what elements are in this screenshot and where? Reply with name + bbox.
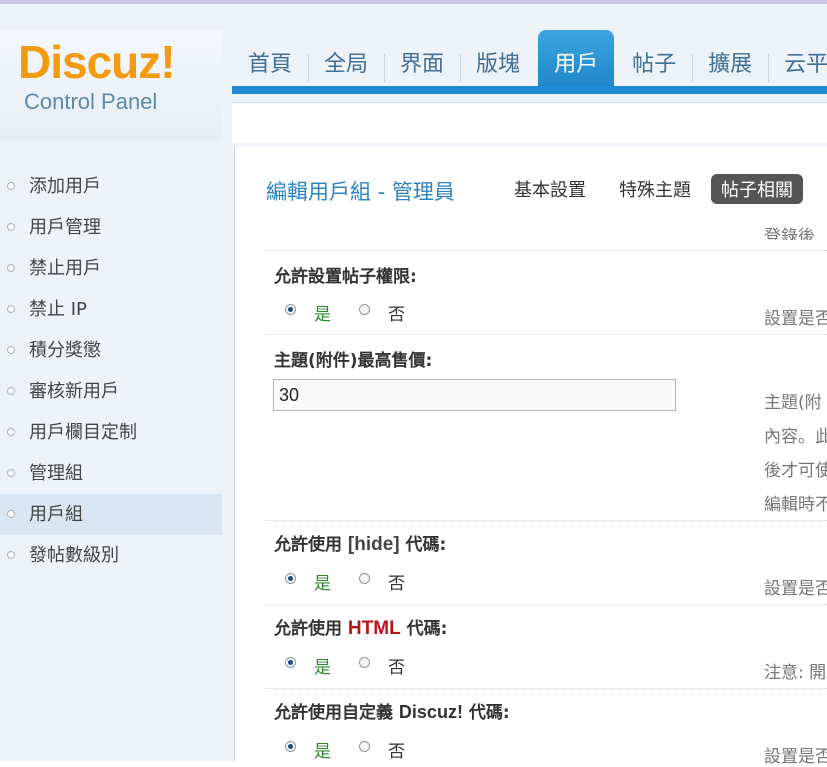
radio-label-no[interactable]: 否 bbox=[388, 653, 405, 678]
row-divider bbox=[265, 250, 827, 251]
logo[interactable]: Discuz! Control Panel bbox=[0, 30, 222, 140]
nav-forums[interactable]: 版塊 bbox=[460, 30, 536, 92]
sidebar-item-label: 用戶欄目定制 bbox=[29, 422, 137, 443]
setting-label-hide-code: 允許使用 [hide] 代碼: bbox=[274, 530, 446, 556]
label-text: 允許使用自定義 bbox=[274, 703, 399, 723]
sidebar-divider bbox=[222, 146, 235, 761]
radio-post-permission-yes[interactable] bbox=[285, 304, 296, 315]
radio-html-code-no[interactable] bbox=[359, 657, 370, 668]
row-divider bbox=[265, 334, 827, 335]
sidebar-item-ban-user[interactable]: 禁止用戶 bbox=[0, 248, 222, 289]
setting-label-custom-discuz-code: 允許使用自定義 Discuz! 代碼: bbox=[274, 698, 510, 723]
setting-tip: 設置是否 bbox=[764, 579, 827, 599]
row-divider bbox=[265, 688, 827, 689]
sidebar-item-label: 用戶管理 bbox=[29, 217, 101, 238]
setting-label-max-price: 主題(附件)最高售價: bbox=[274, 351, 433, 371]
nav-underline-bar bbox=[232, 86, 827, 94]
bullet-icon bbox=[7, 510, 15, 518]
sidebar-item-label: 審核新用戶 bbox=[29, 381, 119, 402]
radio-label-no[interactable]: 否 bbox=[388, 300, 405, 325]
radio-label-no[interactable]: 否 bbox=[388, 737, 405, 762]
bullet-icon bbox=[7, 305, 15, 313]
bullet-icon bbox=[7, 387, 15, 395]
nav-extensions[interactable]: 擴展 bbox=[692, 30, 768, 92]
sidebar-item-add-user[interactable]: 添加用戶 bbox=[0, 166, 222, 207]
bullet-icon bbox=[7, 428, 15, 436]
bullet-icon bbox=[7, 346, 15, 354]
nav-interface[interactable]: 界面 bbox=[384, 30, 460, 92]
sidebar-item-label: 禁止 IP bbox=[29, 299, 87, 320]
nav-users[interactable]: 用戶 bbox=[538, 30, 615, 92]
sidebar-item-user-groups[interactable]: 用戶組 bbox=[0, 494, 222, 535]
nav-cloud[interactable]: 云平 bbox=[768, 30, 827, 92]
row-divider bbox=[265, 604, 827, 605]
radio-label-no[interactable]: 否 bbox=[388, 569, 405, 594]
bullet-icon bbox=[7, 182, 15, 190]
label-text: 代碼: bbox=[399, 535, 447, 555]
radio-label-yes[interactable]: 是 bbox=[314, 569, 331, 594]
top-nav: 首頁 全局 界面 版塊 用戶 帖子 擴展 云平 bbox=[232, 30, 827, 92]
label-code-html: HTML bbox=[347, 618, 401, 639]
main-content: 編輯用戶組 - 管理員 基本設置 特殊主題 帖子相關 登錄後 允許設置帖子權限:… bbox=[235, 146, 827, 767]
bullet-icon bbox=[7, 223, 15, 231]
sidebar-item-label: 管理組 bbox=[29, 463, 83, 484]
label-text: 允許使用 bbox=[274, 619, 348, 639]
label-text: 代碼: bbox=[400, 619, 448, 639]
setting-tip-line: 內容。此 bbox=[764, 427, 827, 447]
radio-hide-code-yes[interactable] bbox=[285, 573, 296, 584]
radio-hide-code-no[interactable] bbox=[359, 573, 370, 584]
tab-post-related[interactable]: 帖子相關 bbox=[711, 174, 803, 204]
nav-posts[interactable]: 帖子 bbox=[616, 30, 692, 92]
setting-tip-line: 主題(附 bbox=[764, 393, 822, 413]
setting-tip-top-fragment: 登錄後 bbox=[764, 227, 815, 240]
page-title: 編輯用戶組 - 管理員 bbox=[266, 180, 455, 204]
sidebar-item-label: 禁止用戶 bbox=[29, 258, 101, 279]
bullet-icon bbox=[7, 469, 15, 477]
nav-home[interactable]: 首頁 bbox=[232, 30, 308, 92]
label-code-hide: [hide] bbox=[347, 534, 400, 555]
setting-tip: 設置是否 bbox=[764, 309, 827, 329]
sidebar-item-profile-fields[interactable]: 用戶欄目定制 bbox=[0, 412, 222, 453]
radio-label-yes[interactable]: 是 bbox=[314, 300, 331, 325]
setting-tip-line: 後才可使 bbox=[764, 461, 827, 481]
sidebar-item-label: 積分獎懲 bbox=[29, 340, 101, 361]
bullet-icon bbox=[7, 551, 15, 559]
max-price-input[interactable] bbox=[273, 379, 676, 411]
label-code-discuz: Discuz! bbox=[398, 702, 463, 722]
radio-post-permission-no[interactable] bbox=[359, 304, 370, 315]
sidebar-item-moderate-users[interactable]: 審核新用戶 bbox=[0, 371, 222, 412]
label-text: 代碼: bbox=[462, 703, 510, 723]
radio-label-yes[interactable]: 是 bbox=[314, 653, 331, 678]
setting-tip: 設置是否 bbox=[764, 747, 827, 767]
sub-nav-area bbox=[232, 102, 827, 143]
setting-label-html-code: 允許使用 HTML 代碼: bbox=[274, 614, 447, 640]
bullet-icon bbox=[7, 264, 15, 272]
logo-subtitle: Control Panel bbox=[24, 89, 158, 114]
radio-html-code-yes[interactable] bbox=[285, 657, 296, 668]
sidebar-item-label: 發帖數級別 bbox=[29, 545, 119, 566]
setting-tip-line: 編輯時不 bbox=[764, 495, 827, 515]
radio-custom-code-yes[interactable] bbox=[285, 741, 296, 752]
tab-special-threads[interactable]: 特殊主題 bbox=[619, 176, 691, 202]
label-text: 允許使用 bbox=[274, 535, 348, 555]
radio-label-yes[interactable]: 是 bbox=[314, 737, 331, 762]
logo-wordmark: Discuz! bbox=[18, 36, 176, 88]
sidebar-item-label: 添加用戶 bbox=[29, 176, 101, 197]
tab-basic-settings[interactable]: 基本設置 bbox=[514, 176, 586, 202]
sidebar: 添加用戶 用戶管理 禁止用戶 禁止 IP 積分獎懲 審核新用戶 用戶欄目定制 管… bbox=[0, 146, 222, 761]
sidebar-item-user-manage[interactable]: 用戶管理 bbox=[0, 207, 222, 248]
radio-custom-code-no[interactable] bbox=[359, 741, 370, 752]
setting-tip: 注意: 開 bbox=[764, 663, 827, 683]
sidebar-item-credits[interactable]: 積分獎懲 bbox=[0, 330, 222, 371]
setting-label-post-permission: 允許設置帖子權限: bbox=[274, 267, 417, 287]
row-divider bbox=[265, 520, 827, 521]
sidebar-item-post-ranks[interactable]: 發帖數級別 bbox=[0, 535, 222, 576]
sidebar-item-ban-ip[interactable]: 禁止 IP bbox=[0, 289, 222, 330]
sidebar-item-admin-groups[interactable]: 管理組 bbox=[0, 453, 222, 494]
sidebar-item-label: 用戶組 bbox=[29, 504, 83, 525]
nav-global[interactable]: 全局 bbox=[308, 30, 384, 92]
